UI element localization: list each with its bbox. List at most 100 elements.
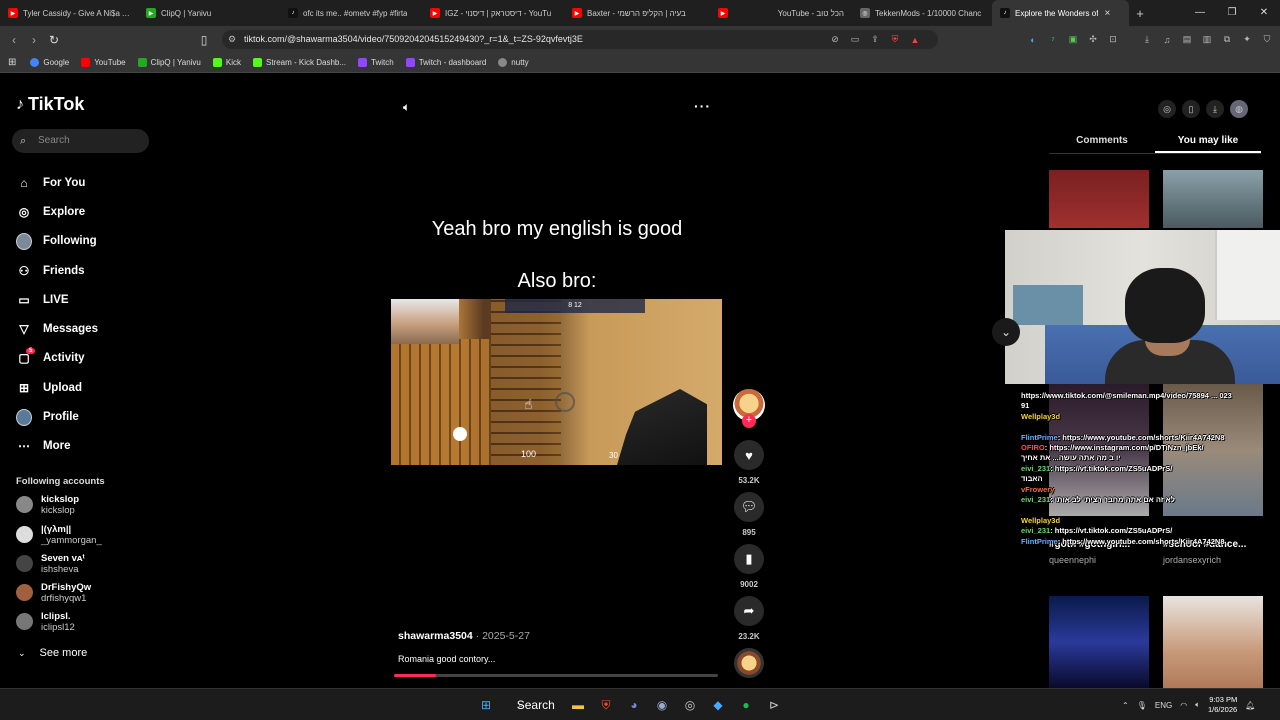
tabs-icon[interactable]: ⧉ [1220, 33, 1234, 47]
apps-icon[interactable]: ⊞ [8, 57, 16, 68]
bookmark-clipq[interactable]: ClipQ | Yanivu [137, 58, 201, 67]
music-disc-icon[interactable] [734, 648, 764, 678]
download-icon[interactable]: ⤓ [1140, 33, 1154, 47]
bookmark-kick[interactable]: Kick [212, 58, 241, 67]
bookmark-icon[interactable]: ▯ [194, 33, 214, 47]
recommended-video-thumb[interactable] [1049, 170, 1149, 228]
steam-icon[interactable]: ◉ [652, 695, 672, 715]
volume-icon[interactable]: 🔈︎ [403, 100, 410, 115]
video-author[interactable]: shawarma3504 · 2025-5-27 [398, 630, 530, 642]
nav-more[interactable]: ⋯ More [16, 432, 98, 461]
browser-tab[interactable]: ▶ ClipQ | Yanivu [138, 0, 280, 26]
obs-icon[interactable]: ◎ [680, 695, 700, 715]
browser-tab[interactable]: ▶ YouTube - הכל טוב [710, 0, 852, 26]
wifi-icon[interactable]: ◠ [1180, 701, 1187, 710]
wallet-icon[interactable]: ⛉ [1260, 33, 1274, 47]
account-item[interactable]: Iclipsl. iclipsl12 [16, 611, 75, 633]
discord-icon[interactable]: ◕ [624, 695, 644, 715]
microphone-icon[interactable]: 🎙︎ [1137, 701, 1147, 710]
compass-icon[interactable]: ◎ [1158, 100, 1176, 118]
browser-tab[interactable]: ▶ IGZ - דיסטראק | דיסנוי - YouTu [422, 0, 564, 26]
browser-tab[interactable]: ▶ Baxter - בעיה | הקליפ הרשמי [564, 0, 710, 26]
brave-rewards-icon[interactable]: ▲ [908, 33, 922, 47]
account-item[interactable]: Seven ᴠᴀᵗ ishsheva [16, 553, 85, 575]
bookmark-twitch[interactable]: Twitch [358, 58, 394, 67]
account-item[interactable]: DrFishyQw drfishyqw1 [16, 582, 91, 604]
music-icon[interactable]: ♫ [1160, 33, 1174, 47]
app-icon[interactable]: ⊳ [764, 695, 784, 715]
account-item[interactable]: |(γλm|| _yammorgan_ [16, 524, 102, 546]
nav-messages[interactable]: ▽ Messages [16, 314, 98, 343]
recommended-video-thumb[interactable] [1163, 596, 1263, 688]
back-icon[interactable]: ‹ [4, 33, 24, 47]
browser-tab[interactable]: ◎ TekkenMods - 1/10000 Chanc [852, 0, 992, 26]
reader-icon[interactable]: ▤ [1180, 33, 1194, 47]
bookmark-twitch-dashboard[interactable]: Twitch - dashboard [405, 58, 486, 67]
user-avatar[interactable]: ◍ [1230, 100, 1248, 118]
browser-tab-active[interactable]: ♪ Explore the Wonders of × [992, 0, 1129, 26]
bookmark-youtube[interactable]: YouTube [81, 58, 126, 67]
browser-tab[interactable]: ▶ Tyler Cassidy - Give A Ni$a A B [0, 0, 138, 26]
download-icon[interactable]: ⤓ [1206, 100, 1224, 118]
language-indicator[interactable]: ENG [1155, 701, 1172, 710]
file-explorer-icon[interactable]: ▬ [568, 695, 588, 715]
comment-button[interactable]: 💬︎ 895 [734, 492, 764, 537]
windows-start-icon[interactable]: ⊞ [476, 695, 496, 715]
taskbar-clock[interactable]: 9:03 PM 1/6/2026 [1208, 695, 1237, 715]
save-button[interactable]: ▮ 9002 [734, 544, 764, 589]
taskbar-search[interactable]: ⌕ Search [504, 695, 560, 715]
nav-activity[interactable]: ▢ 5 Activity [16, 344, 98, 373]
tab-comments[interactable]: Comments [1049, 132, 1155, 153]
recommended-video-thumb[interactable] [1163, 170, 1263, 228]
like-button[interactable]: ♥ 53.2K [734, 440, 764, 485]
nav-live[interactable]: ▭ LIVE [16, 285, 98, 314]
reload-icon[interactable]: ↻ [44, 33, 64, 47]
bookmark-google[interactable]: Google [30, 58, 69, 67]
tiktok-logo[interactable]: ♪ TikTok [16, 94, 84, 115]
bookmark-kick-dashboard[interactable]: Stream - Kick Dashb... [253, 58, 346, 67]
share-button[interactable]: ➦ 23.2K [734, 596, 764, 641]
nav-profile[interactable]: Profile [16, 402, 98, 431]
share-icon[interactable]: ⇪ [868, 33, 882, 47]
scroll-down-button[interactable]: ⌄ [992, 318, 1020, 346]
extension-icon[interactable]: ⁷ [1046, 33, 1060, 47]
minimize-icon[interactable]: — [1184, 0, 1216, 26]
spotify-icon[interactable]: ● [736, 695, 756, 715]
account-item[interactable]: kickslop kickslop [16, 494, 79, 516]
recommended-video-thumb[interactable] [1049, 596, 1149, 688]
puzzle-icon[interactable]: ✣ [1086, 33, 1100, 47]
more-options-icon[interactable]: ··· [694, 98, 711, 114]
notification-icon[interactable]: 🔔︎ [1245, 701, 1255, 710]
ai-icon[interactable]: ✦ [1240, 33, 1254, 47]
nav-friends[interactable]: ⚇ Friends [16, 256, 98, 285]
extension-icon[interactable]: ▣ [1066, 33, 1080, 47]
nav-explore[interactable]: ◎ Explore [16, 197, 98, 226]
search-input[interactable]: ⌕ Search [12, 129, 149, 153]
app-icon[interactable]: ◆ [708, 695, 728, 715]
video-progress-bar[interactable] [394, 674, 718, 677]
see-more-button[interactable]: ⌄ See more [18, 647, 87, 659]
follow-plus-icon[interactable]: + [742, 414, 756, 428]
sidebar-icon[interactable]: ▥ [1200, 33, 1214, 47]
bookmark-nutty[interactable]: nutty [498, 58, 529, 67]
mute-tab-icon[interactable]: ⊘ [828, 33, 842, 47]
close-tab-icon[interactable]: × [1104, 8, 1110, 19]
new-tab-button[interactable]: + [1129, 6, 1151, 21]
brave-shield-icon[interactable]: ⛨ [888, 33, 902, 47]
close-icon[interactable]: ✕ [1248, 0, 1280, 26]
phone-icon[interactable]: ▯ [1182, 100, 1200, 118]
restore-icon[interactable]: ❐ [1216, 0, 1248, 26]
nav-upload[interactable]: ⊞ Upload [16, 373, 98, 402]
nav-for-you[interactable]: ⌂ For You [16, 168, 98, 197]
volume-icon[interactable]: 🔈︎ [1195, 700, 1200, 710]
video-frame[interactable]: 8 12 100 30 [391, 299, 722, 465]
tab-you-may-like[interactable]: You may like [1155, 132, 1261, 153]
chevron-up-icon[interactable]: ⌃ [1122, 701, 1129, 710]
site-info-icon[interactable]: ⚙ [228, 30, 236, 49]
extension-icon[interactable]: ◐ [1026, 33, 1040, 47]
cast-icon[interactable]: ▭ [848, 33, 862, 47]
browser-tab[interactable]: ♪ ofc its me.. #ometv #fyp #firta [280, 0, 422, 26]
screenshot-icon[interactable]: ⊡ [1106, 33, 1120, 47]
nav-following[interactable]: Following [16, 227, 98, 256]
forward-icon[interactable]: › [24, 33, 44, 47]
